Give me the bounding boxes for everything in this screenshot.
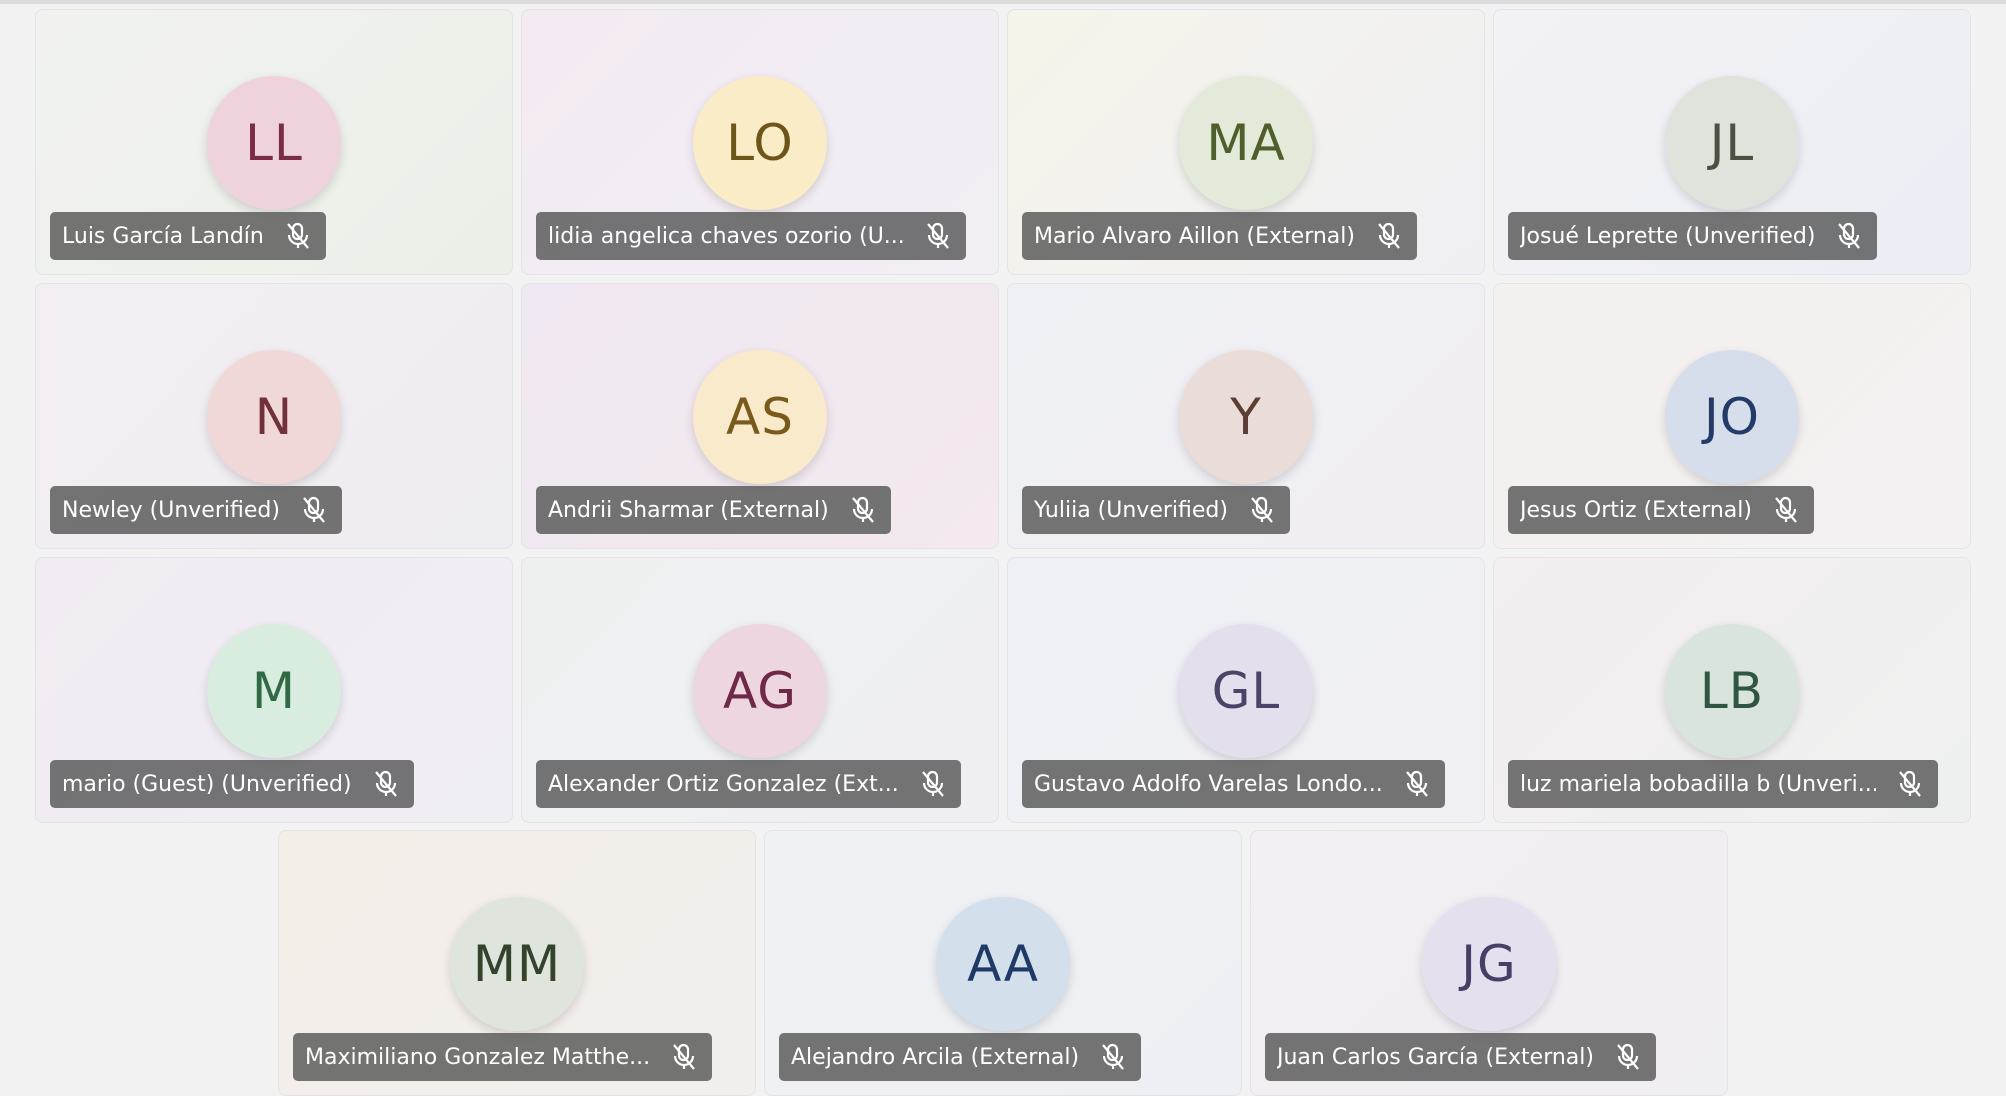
participant-name: Josué Leprette (Unverified)	[1520, 223, 1816, 249]
participant-nameplate: Juan Carlos García (External)	[1265, 1033, 1656, 1081]
participant-nameplate: Jesus Ortiz (External)	[1508, 486, 1814, 534]
mic-muted-icon	[1775, 496, 1797, 523]
avatar: AA	[936, 897, 1070, 1031]
grid-row-4: MM Maximiliano Gonzalez Matthe... AA Ale…	[278, 830, 1728, 1096]
mic-muted-icon	[1102, 1043, 1124, 1070]
avatar: N	[207, 350, 341, 484]
participant-nameplate: Josué Leprette (Unverified)	[1508, 212, 1878, 260]
participant-nameplate: luz mariela bobadilla b (Unveri...	[1508, 760, 1938, 808]
mic-muted-icon	[927, 222, 949, 249]
avatar: AG	[693, 624, 827, 758]
avatar: MA	[1179, 76, 1313, 210]
participant-tile[interactable]: MA Mario Alvaro Aillon (External)	[1007, 9, 1485, 275]
grid-row-1: LL Luis García Landín LO lidia angelica …	[35, 9, 1971, 275]
mic-muted-icon	[1617, 1043, 1639, 1070]
participant-nameplate: Gustavo Adolfo Varelas Londo...	[1022, 760, 1445, 808]
mic-muted-icon	[287, 222, 309, 249]
participant-name: Maximiliano Gonzalez Matthe...	[305, 1044, 651, 1070]
avatar: Y	[1179, 350, 1313, 484]
participant-name: Alexander Ortiz Gonzalez (Ext...	[548, 771, 899, 797]
mic-muted-icon	[851, 496, 874, 523]
participant-nameplate: Andrii Sharmar (External)	[536, 486, 891, 534]
mic-muted-icon	[1378, 222, 1400, 249]
avatar: AS	[693, 350, 827, 484]
avatar: GL	[1179, 624, 1313, 758]
participant-tile[interactable]: AA Alejandro Arcila (External)	[764, 830, 1242, 1096]
participant-name: Mario Alvaro Aillon (External)	[1034, 223, 1355, 249]
mic-muted-icon	[1899, 770, 1921, 797]
participant-nameplate: Luis García Landín	[50, 212, 326, 260]
participant-tile[interactable]: JG Juan Carlos García (External)	[1250, 830, 1728, 1096]
participant-tile[interactable]: LL Luis García Landín	[35, 9, 513, 275]
avatar: LO	[693, 76, 827, 210]
mic-muted-icon	[374, 770, 397, 797]
participant-name: Gustavo Adolfo Varelas Londo...	[1034, 771, 1383, 797]
participant-name: Yuliia (Unverified)	[1034, 497, 1228, 523]
mic-muted-icon	[1251, 496, 1273, 523]
participant-tile[interactable]: JL Josué Leprette (Unverified)	[1493, 9, 1971, 275]
participant-tile[interactable]: N Newley (Unverified)	[35, 283, 513, 549]
participant-tile[interactable]: M mario (Guest) (Unverified)	[35, 557, 513, 823]
participant-nameplate: Alejandro Arcila (External)	[779, 1033, 1142, 1081]
participant-name: mario (Guest) (Unverified)	[62, 771, 352, 797]
grid-row-2: N Newley (Unverified) AS Andrii Sharmar …	[35, 283, 1971, 549]
participant-tile[interactable]: LO lidia angelica chaves ozorio (U...	[521, 9, 999, 275]
participant-tile[interactable]: LB luz mariela bobadilla b (Unveri...	[1493, 557, 1971, 823]
participant-nameplate: mario (Guest) (Unverified)	[50, 760, 414, 808]
participant-name: Newley (Unverified)	[62, 497, 280, 523]
participant-name: Alejandro Arcila (External)	[791, 1044, 1080, 1070]
avatar: MM	[450, 897, 584, 1031]
mic-muted-icon	[1405, 770, 1428, 797]
grid-row-3: M mario (Guest) (Unverified) AG Alexande…	[35, 557, 1971, 823]
participant-name: luz mariela bobadilla b (Unveri...	[1520, 771, 1876, 797]
participant-name: Andrii Sharmar (External)	[548, 497, 829, 523]
avatar: JO	[1665, 350, 1799, 484]
avatar: JL	[1665, 76, 1799, 210]
participant-nameplate: Mario Alvaro Aillon (External)	[1022, 212, 1417, 260]
avatar: M	[207, 624, 341, 758]
avatar: LL	[207, 76, 341, 210]
avatar: LB	[1665, 624, 1799, 758]
participant-nameplate: lidia angelica chaves ozorio (U...	[536, 212, 966, 260]
participant-name: Jesus Ortiz (External)	[1520, 497, 1752, 523]
participant-name: Juan Carlos García (External)	[1277, 1044, 1594, 1070]
participant-tile[interactable]: GL Gustavo Adolfo Varelas Londo...	[1007, 557, 1485, 823]
participant-nameplate: Alexander Ortiz Gonzalez (Ext...	[536, 760, 961, 808]
avatar: JG	[1422, 897, 1556, 1031]
participant-tile[interactable]: Y Yuliia (Unverified)	[1007, 283, 1485, 549]
participant-tile[interactable]: AS Andrii Sharmar (External)	[521, 283, 999, 549]
participant-tile[interactable]: AG Alexander Ortiz Gonzalez (Ext...	[521, 557, 999, 823]
participant-nameplate: Maximiliano Gonzalez Matthe...	[293, 1033, 713, 1081]
mic-muted-icon	[1838, 222, 1861, 249]
mic-muted-icon	[673, 1043, 695, 1070]
participant-grid: LL Luis García Landín LO lidia angelica …	[0, 0, 2006, 1096]
participant-nameplate: Yuliia (Unverified)	[1022, 486, 1290, 534]
participant-nameplate: Newley (Unverified)	[50, 486, 342, 534]
mic-muted-icon	[303, 496, 325, 523]
participant-tile[interactable]: JO Jesus Ortiz (External)	[1493, 283, 1971, 549]
mic-muted-icon	[921, 770, 944, 797]
participant-name: Luis García Landín	[62, 223, 264, 249]
participant-tile[interactable]: MM Maximiliano Gonzalez Matthe...	[278, 830, 756, 1096]
participant-name: lidia angelica chaves ozorio (U...	[548, 223, 904, 249]
